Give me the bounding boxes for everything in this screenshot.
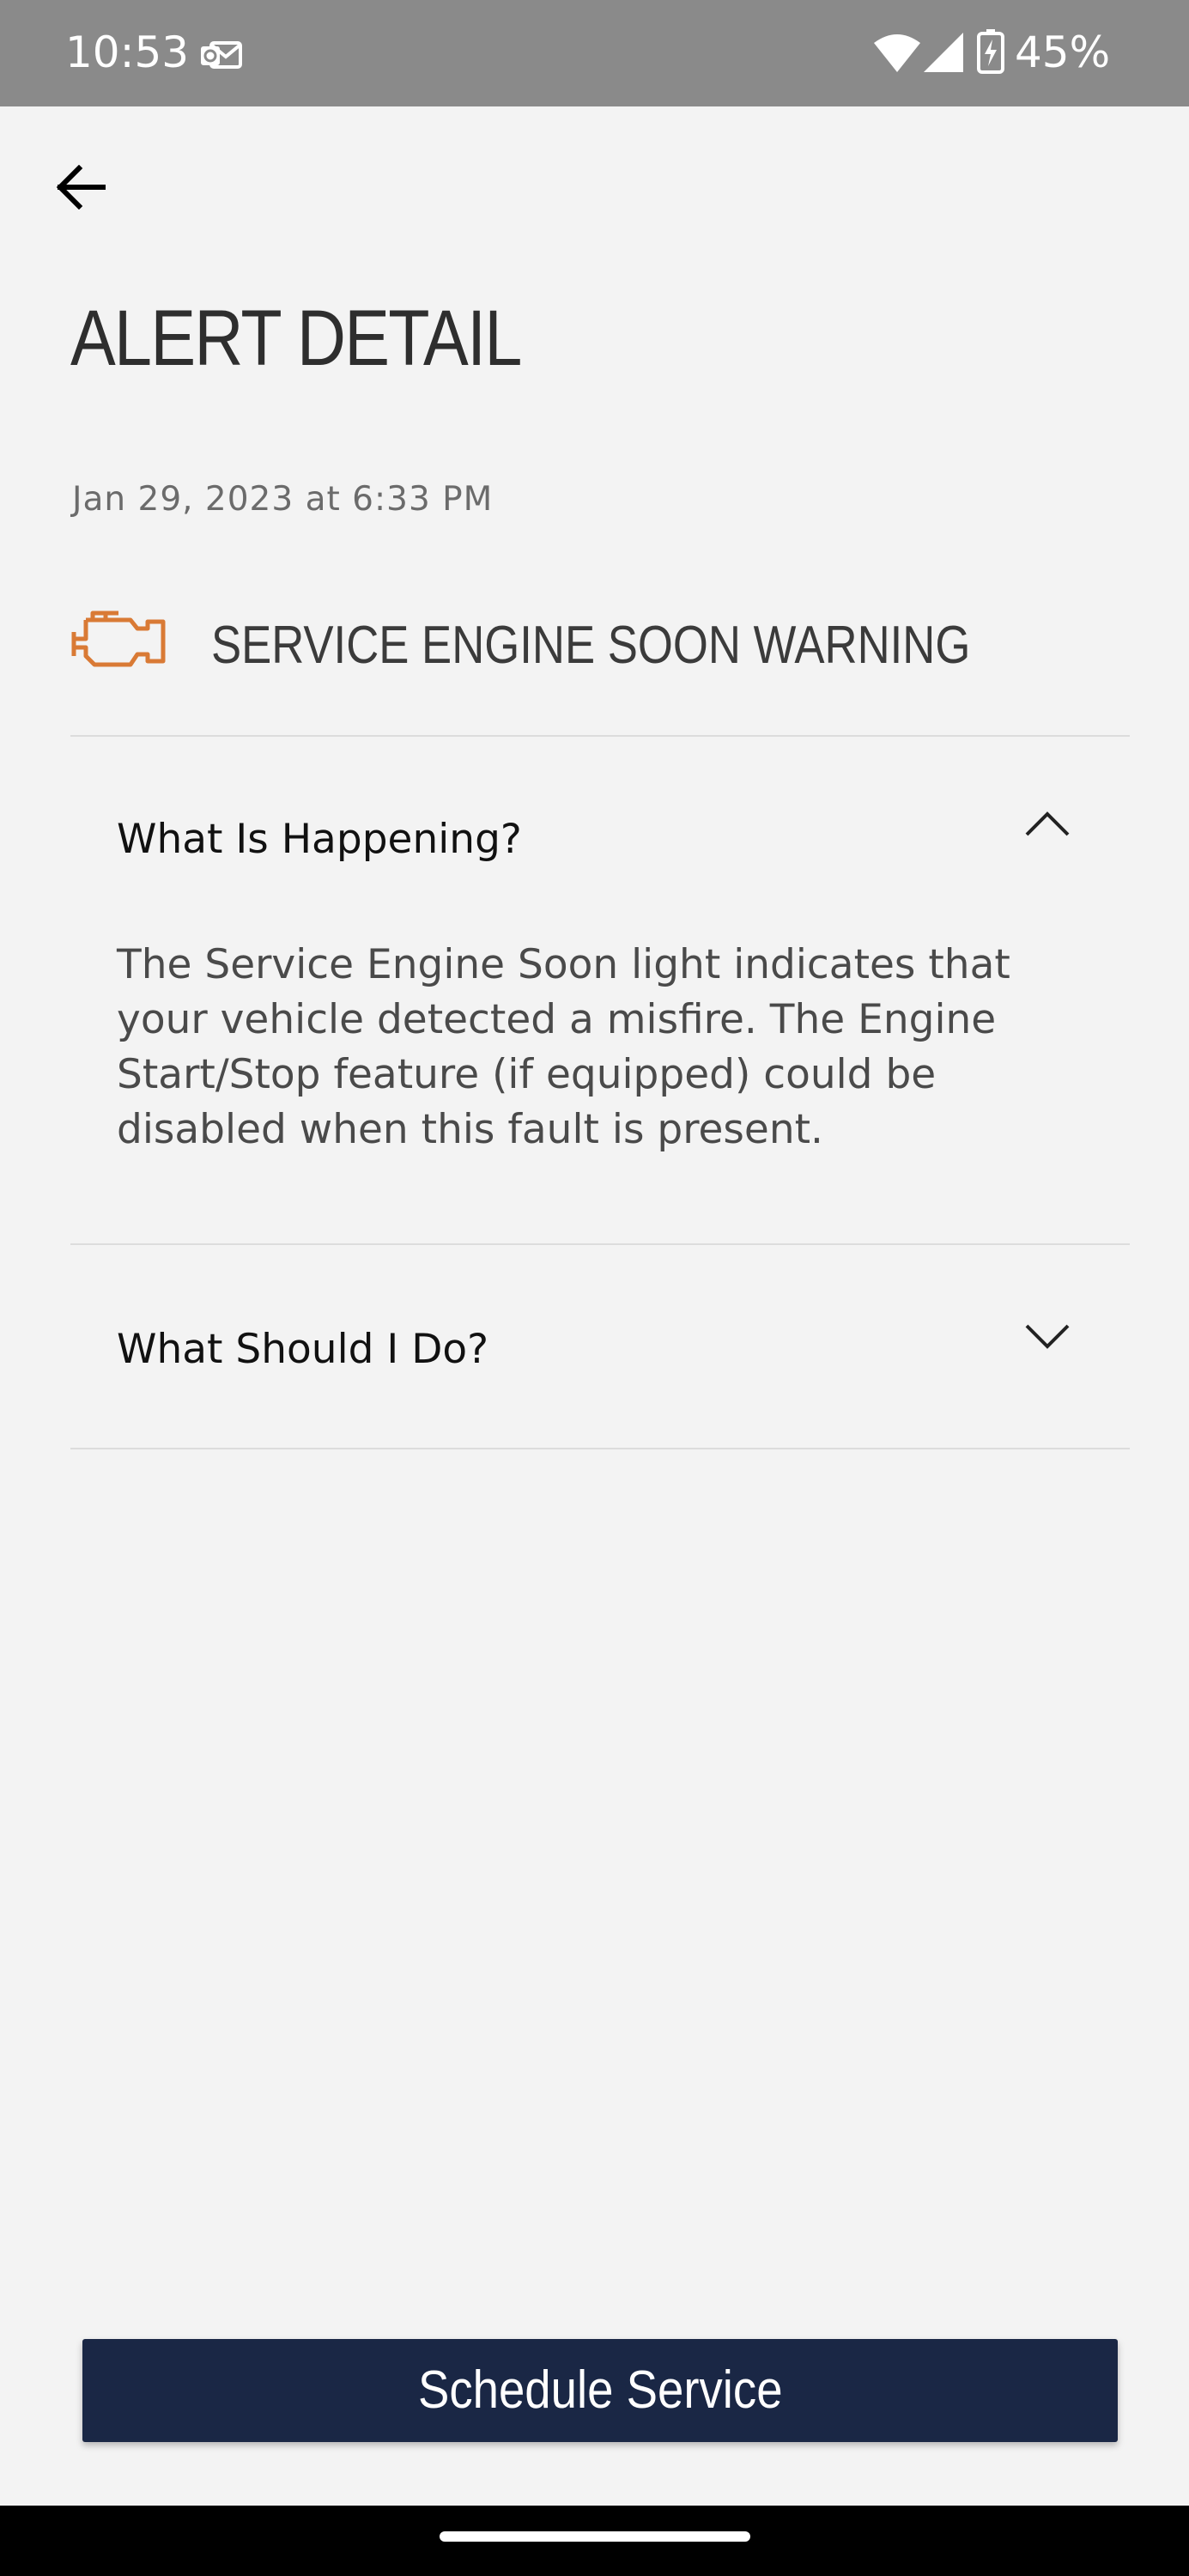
alert-title: SERVICE ENGINE SOON WARNING bbox=[211, 616, 971, 675]
cell-signal-icon bbox=[924, 33, 963, 72]
chevron-down-icon bbox=[1025, 1324, 1070, 1349]
section-what-should-i-do-header[interactable]: What Should I Do? bbox=[70, 1288, 1130, 1408]
outlook-notification-icon bbox=[201, 41, 242, 69]
status-bar: 10:53 45% bbox=[0, 0, 1189, 106]
battery-percent: 45% bbox=[1015, 27, 1111, 77]
chevron-up-icon bbox=[1025, 811, 1070, 836]
battery-charging-icon bbox=[977, 29, 1004, 74]
alert-timestamp: Jan 29, 2023 at 6:33 PM bbox=[72, 480, 494, 519]
navigation-bar bbox=[0, 2506, 1189, 2576]
back-button[interactable] bbox=[45, 151, 117, 223]
page-title: ALERT DETAIL bbox=[70, 295, 522, 382]
alert-detail-screen: 10:53 45% ALERT DETAIL Jan 29, 2023 at 6… bbox=[0, 0, 1189, 2576]
section-label: What Should I Do? bbox=[117, 1326, 489, 1373]
arrow-left-icon bbox=[56, 165, 106, 210]
divider bbox=[70, 1448, 1130, 1449]
wifi-icon bbox=[874, 34, 920, 72]
section-label: What Is Happening? bbox=[117, 816, 522, 863]
home-indicator[interactable] bbox=[440, 2531, 750, 2542]
section-body: The Service Engine Soon light indicates … bbox=[117, 941, 1010, 1153]
schedule-service-button[interactable]: Schedule Service bbox=[82, 2339, 1118, 2442]
section-what-is-happening-header[interactable]: What Is Happening? bbox=[70, 780, 1130, 900]
divider bbox=[70, 1243, 1130, 1245]
status-time: 10:53 bbox=[65, 27, 190, 77]
engine-icon bbox=[71, 611, 166, 667]
schedule-service-label: Schedule Service bbox=[417, 2360, 783, 2420]
divider bbox=[70, 735, 1130, 737]
